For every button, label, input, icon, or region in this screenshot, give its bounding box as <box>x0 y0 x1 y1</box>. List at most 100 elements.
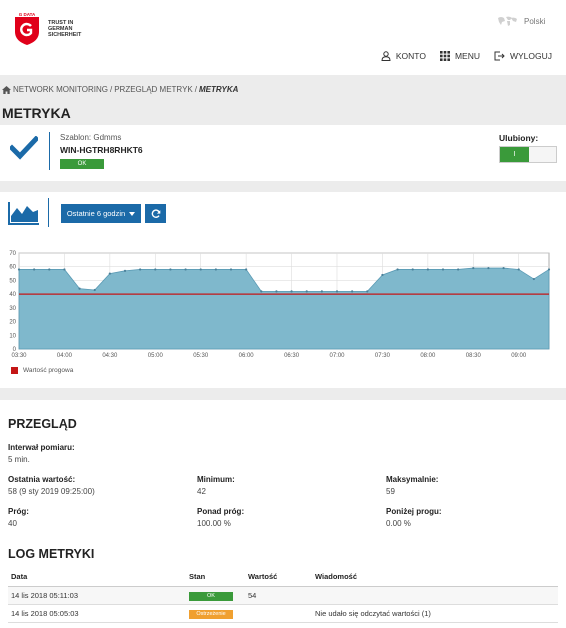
logo-tagline: TRUST IN GERMAN SICHERHEIT <box>48 20 98 38</box>
metric-log-title: LOG METRYKI <box>8 547 95 561</box>
data-point <box>441 268 445 271</box>
metric-info-card: Szablon: Gdmms WIN-HGTRH8RHKT6 OK Ulubio… <box>0 125 566 181</box>
y-tick-label: 10 <box>9 333 16 339</box>
divider <box>48 198 49 227</box>
language-selector[interactable]: Polski <box>496 14 545 28</box>
overview-card: PRZEGLĄD Interwał pomiaru: 5 min. Ostatn… <box>0 400 566 628</box>
below-threshold-label: Poniżej progu: <box>386 507 442 516</box>
x-tick-label: 05:00 <box>148 353 164 359</box>
menu-link[interactable]: MENU <box>439 51 480 61</box>
logo-brand: G DATA <box>19 12 36 17</box>
check-icon <box>10 136 38 160</box>
breadcrumb: NETWORK MONITORING / PRZEGLĄD METRYK / M… <box>2 85 238 94</box>
column-header-date[interactable]: Data <box>8 568 186 587</box>
data-point <box>154 268 157 271</box>
gdata-logo[interactable]: G DATA TRUST IN GERMAN SICHERHEIT <box>14 12 86 48</box>
breadcrumb-current: METRYKA <box>198 85 239 94</box>
x-tick-label: 03:30 <box>11 353 27 359</box>
time-range-label: Ostatnie 6 godzin <box>66 209 126 218</box>
breadcrumb-separator: / <box>109 85 113 94</box>
logout-link[interactable]: WYLOGUJ <box>494 51 552 61</box>
refresh-button[interactable] <box>145 204 166 223</box>
data-point <box>199 268 202 271</box>
x-tick-label: 06:30 <box>284 353 300 359</box>
data-point <box>502 266 505 270</box>
top-navigation: KONTO MENU WYLOGUJ <box>381 51 552 61</box>
y-tick-label: 30 <box>9 306 16 312</box>
x-tick-label: 08:00 <box>420 353 436 359</box>
below-threshold-value: 0.00 % <box>386 519 411 528</box>
data-point <box>396 268 399 271</box>
data-point <box>351 290 354 293</box>
legend-label: Wartość progowa <box>23 367 74 374</box>
row-state: OK <box>186 586 245 605</box>
column-header-value[interactable]: Wartość <box>245 568 312 587</box>
breadcrumb-network-monitoring[interactable]: NETWORK MONITORING <box>13 85 108 94</box>
x-tick-label: 07:00 <box>329 353 345 359</box>
table-row: 14 lis 2018 05:05:03 Ostrzeżenie Nie uda… <box>8 604 558 623</box>
favorite-toggle-on: I <box>500 147 529 162</box>
overview-title: PRZEGLĄD <box>8 417 77 431</box>
home-icon[interactable] <box>2 85 11 94</box>
last-value: 58 (9 sty 2019 09:25:00) <box>8 487 95 496</box>
data-point <box>78 287 81 290</box>
caret-down-icon <box>129 211 136 216</box>
data-point <box>290 290 293 293</box>
area-chart-icon <box>8 202 39 225</box>
metric-chart: 010203040506070 03:30 04:00 04:30 05:00 05:3… <box>9 251 551 359</box>
last-value-label: Ostatnia wartość: <box>8 475 76 484</box>
chart-legend: Wartość progowa <box>11 367 73 374</box>
above-threshold-value: 100.00 % <box>197 519 231 528</box>
logo-tagline-line: SICHERHEIT <box>48 32 82 38</box>
column-header-state[interactable]: Stan <box>186 568 245 587</box>
row-state: Ostrzeżenie <box>186 604 245 623</box>
data-point <box>184 268 187 271</box>
world-map-icon <box>498 16 517 26</box>
header: G DATA TRUST IN GERMAN SICHERHEIT Polski… <box>0 0 566 75</box>
table-row: 14 lis 2018 05:11:03 OK 54 <box>8 586 558 605</box>
above-threshold-label: Ponad próg: <box>197 507 245 516</box>
user-icon <box>381 51 391 61</box>
y-tick-label: 40 <box>9 292 16 298</box>
data-point <box>229 268 233 271</box>
row-value: 54 <box>245 586 312 605</box>
refresh-icon <box>151 208 160 218</box>
data-point <box>426 268 429 271</box>
row-value <box>245 604 312 623</box>
x-tick-label: 09:00 <box>511 353 527 359</box>
threshold-label: Próg: <box>8 507 29 516</box>
data-point <box>245 268 248 271</box>
data-point <box>93 288 96 292</box>
status-badge: OK <box>60 159 104 169</box>
data-point <box>108 272 111 275</box>
threshold-value: 40 <box>8 519 17 528</box>
data-point <box>214 268 217 271</box>
breadcrumb-metrics-overview[interactable]: PRZEGLĄD METRYK <box>114 85 193 94</box>
data-point <box>472 266 475 270</box>
minimum-value: 42 <box>197 487 206 496</box>
data-point <box>63 268 66 271</box>
data-point <box>260 290 263 293</box>
data-point <box>320 290 323 293</box>
interval-value: 5 min. <box>8 455 30 464</box>
time-range-dropdown[interactable]: Ostatnie 6 godzin <box>61 204 141 223</box>
data-point <box>305 290 308 293</box>
data-point <box>17 268 21 271</box>
x-tick-label: 07:30 <box>375 353 391 359</box>
y-tick-label: 20 <box>9 320 16 326</box>
data-point <box>139 268 142 271</box>
maximum-label: Maksymalnie: <box>386 475 439 484</box>
logout-label: WYLOGUJ <box>509 51 552 61</box>
account-link[interactable]: KONTO <box>381 51 426 61</box>
menu-label: MENU <box>454 51 480 61</box>
data-point <box>169 268 172 271</box>
favorite-label: Ulubiony: <box>499 133 539 143</box>
minimum-label: Minimum: <box>197 475 235 484</box>
row-date: 14 lis 2018 05:11:03 <box>8 586 186 605</box>
favorite-toggle[interactable]: I <box>499 146 557 163</box>
interval-label: Interwał pomiaru: <box>8 443 75 452</box>
data-point <box>381 273 384 277</box>
column-header-message[interactable]: Wiadomość <box>312 568 558 587</box>
data-point <box>123 269 127 272</box>
x-tick-label: 05:30 <box>193 353 209 359</box>
